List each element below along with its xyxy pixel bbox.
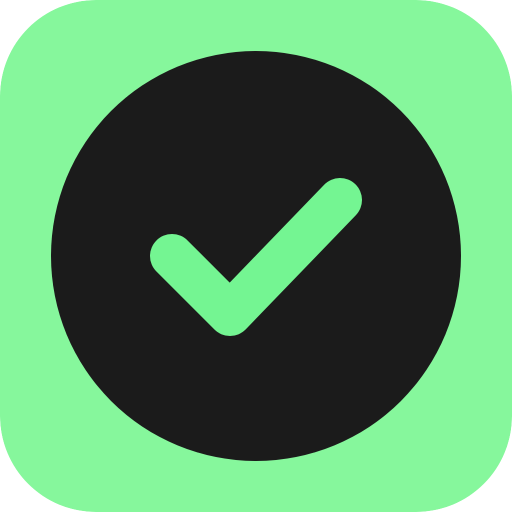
app-icon[interactable]	[0, 0, 512, 512]
app-icon-graphic	[0, 0, 512, 512]
